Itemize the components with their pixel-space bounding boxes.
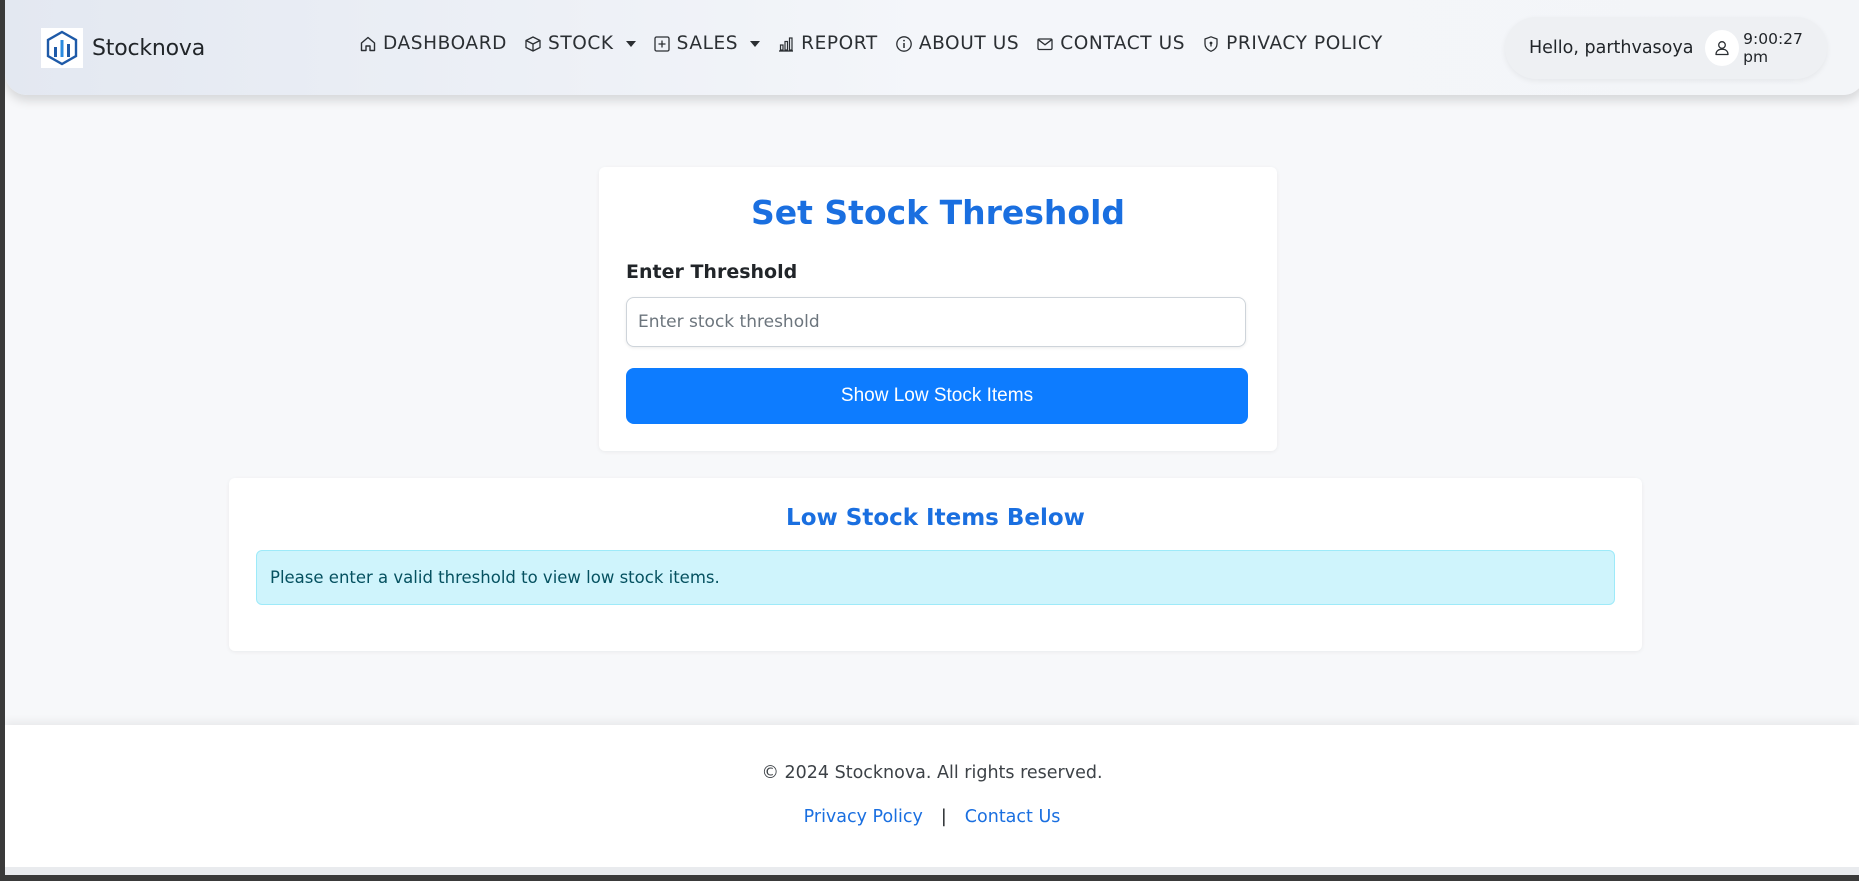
nav-sales-label: SALES (676, 33, 739, 54)
chevron-down-icon (750, 40, 761, 47)
nav-stock-label: STOCK (548, 33, 614, 54)
nav-report-label: REPORT (801, 33, 878, 54)
footer-privacy-link[interactable]: Privacy Policy (804, 807, 923, 827)
stocknova-logo-icon (41, 28, 83, 68)
threshold-title: Set Stock Threshold (750, 193, 1126, 232)
footer-contact-link[interactable]: Contact Us (965, 807, 1061, 827)
info-alert: Please enter a valid threshold to view l… (256, 550, 1615, 605)
nav-contact-us[interactable]: CONTACT US (1036, 33, 1185, 54)
user-greeting: Hello, parthvasoya (1529, 38, 1694, 58)
app-frame: Stocknova DASHBOARD STOCK SALES REPORT A… (5, 0, 1859, 875)
footer-links: Privacy Policy | Contact Us (5, 807, 1859, 827)
copyright-text: © 2024 Stocknova. All rights reserved. (761, 763, 1103, 783)
nav-about-us-label: ABOUT US (918, 33, 1020, 54)
nav-dashboard-label: DASHBOARD (383, 33, 507, 54)
threshold-label: Enter Threshold (626, 261, 798, 283)
page-bottom-strip (5, 867, 1859, 875)
user-menu[interactable]: Hello, parthvasoya 9:00:27 pm (1505, 17, 1827, 79)
nav-privacy-policy[interactable]: PRIVACY POLICY (1202, 33, 1383, 54)
nav-links: DASHBOARD STOCK SALES REPORT ABOUT US CO… (359, 33, 1400, 54)
brand[interactable]: Stocknova (41, 28, 205, 68)
threshold-card: Set Stock Threshold Enter Threshold Show… (599, 167, 1277, 451)
nav-contact-us-label: CONTACT US (1060, 33, 1186, 54)
show-low-stock-button[interactable]: Show Low Stock Items (626, 368, 1248, 424)
user-icon (1705, 30, 1740, 66)
nav-dashboard[interactable]: DASHBOARD (359, 33, 507, 54)
footer-separator: | (940, 807, 947, 827)
low-stock-card: Low Stock Items Below Please enter a val… (229, 478, 1642, 651)
home-icon (360, 36, 376, 51)
shield-icon (1204, 35, 1218, 52)
brand-name: Stocknova (92, 35, 205, 61)
nav-stock[interactable]: STOCK (524, 33, 636, 54)
chevron-down-icon (625, 40, 636, 47)
plus-square-icon (654, 35, 670, 52)
envelope-icon (1037, 37, 1053, 50)
low-stock-title: Low Stock Items Below (786, 505, 1085, 531)
navbar: Stocknova DASHBOARD STOCK SALES REPORT A… (5, 0, 1859, 95)
info-circle-icon (895, 35, 912, 52)
clock-time: 9:00:27 pm (1743, 30, 1803, 66)
nav-report[interactable]: REPORT (777, 33, 878, 54)
nav-about-us[interactable]: ABOUT US (895, 33, 1019, 54)
nav-sales[interactable]: SALES (653, 33, 761, 54)
nav-privacy-policy-label: PRIVACY POLICY (1226, 33, 1383, 54)
threshold-input[interactable] (626, 297, 1246, 347)
box-icon (525, 35, 541, 52)
bar-chart-icon (779, 36, 794, 52)
footer: © 2024 Stocknova. All rights reserved. P… (5, 725, 1859, 867)
